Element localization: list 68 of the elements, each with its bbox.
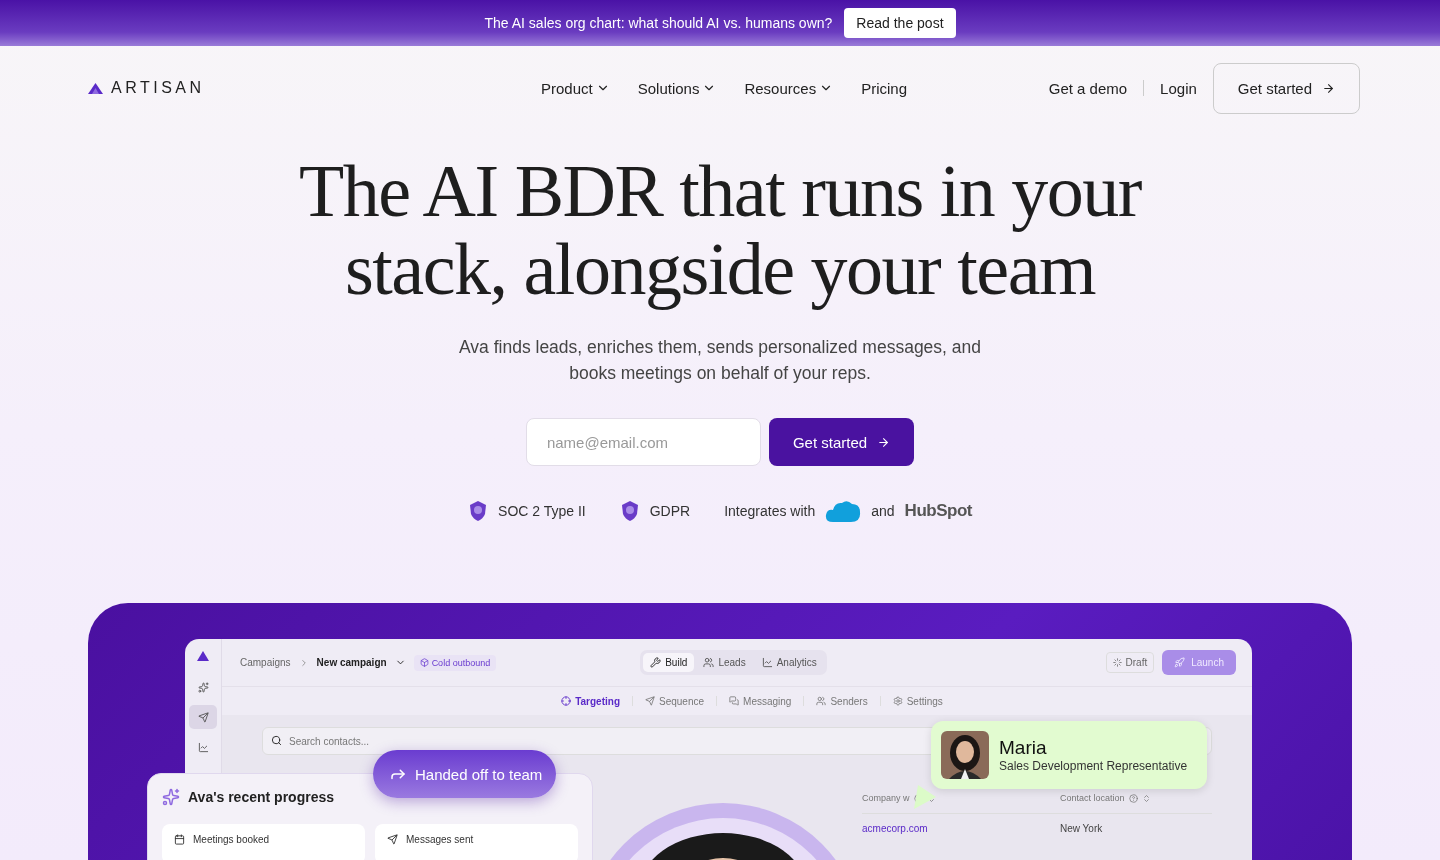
draft-status: Draft — [1105, 652, 1155, 673]
breadcrumb[interactable]: Campaigns — [240, 657, 291, 668]
table-cell-text: New York — [1060, 822, 1104, 836]
hero-title: The AI BDR that runs in your stack, alongside your team — [299, 152, 1141, 308]
chat-icon — [729, 696, 740, 706]
view-tab[interactable]: Analytics — [754, 653, 824, 672]
sub-tab[interactable]: Settings — [892, 695, 943, 707]
hubspot-wordmark: HubSpot — [904, 501, 972, 521]
arrow-right-icon — [877, 435, 891, 449]
sub-tab[interactable]: Messaging — [729, 695, 792, 707]
badge-label: SOC 2 Type II — [498, 503, 586, 519]
read-post-button[interactable]: Read the post — [844, 8, 956, 38]
shield-badge-icon — [468, 500, 489, 522]
tools-icon — [650, 657, 662, 668]
sort-icon — [1141, 793, 1151, 803]
users-icon — [703, 657, 715, 668]
announcement-text: The AI sales org chart: what should AI vs. humans own? — [484, 15, 833, 31]
target-icon — [561, 696, 572, 706]
cube-icon — [419, 658, 429, 667]
brand-name: ARTISAN — [111, 79, 205, 97]
stat-label: Meetings booked — [193, 834, 270, 845]
get-started-button[interactable]: Get started — [1212, 62, 1360, 114]
cloud-logo-icon — [825, 498, 862, 524]
nav-link[interactable]: Pricing — [861, 79, 907, 97]
nav-link[interactable]: Resources — [744, 79, 834, 97]
integrations-text: Integrates with — [724, 503, 816, 519]
rocket-icon — [1174, 657, 1186, 668]
nav-link[interactable]: Get a demo — [1048, 79, 1128, 97]
sub-tab[interactable]: Targeting — [561, 695, 620, 707]
sparkles-icon — [162, 788, 180, 806]
help-icon — [1128, 793, 1138, 803]
campaign-tag: Cold outbound — [413, 654, 497, 671]
logo-icon — [197, 651, 209, 661]
sparkles-icon — [197, 681, 209, 693]
column-header: Company w — [862, 793, 910, 803]
email-field[interactable]: name@email.com — [525, 418, 761, 466]
hero-subtitle: Ava finds leads, enriches them, sends personalized messages, and books meetings on behalf of your reps. — [457, 336, 983, 385]
sub-tab[interactable]: Senders — [816, 695, 868, 707]
search-icon — [271, 735, 282, 746]
nav-link[interactable]: Product — [541, 79, 610, 97]
logo-icon — [88, 82, 103, 94]
calendar-icon — [174, 834, 185, 845]
table-cell[interactable]: acmecorp.com — [862, 814, 1060, 843]
nav-link[interactable]: Solutions — [637, 79, 717, 97]
badge-label: GDPR — [649, 503, 691, 519]
sidebar-item[interactable] — [189, 705, 217, 729]
users-icon — [816, 696, 827, 706]
sub-tab[interactable]: Sequence — [645, 695, 705, 707]
breadcrumb[interactable]: New campaign — [316, 657, 387, 668]
shield-badge-icon — [619, 500, 640, 522]
handoff-pill: Handed off to team — [373, 750, 557, 798]
stat-label: Messages sent — [406, 834, 474, 845]
send-icon — [387, 834, 398, 845]
spinner-icon — [1112, 658, 1122, 667]
chart-icon — [197, 741, 209, 753]
send-icon — [197, 711, 209, 723]
arrow-right-icon — [1322, 81, 1335, 95]
column-header: Contact location — [1060, 793, 1125, 803]
integrations-text: and — [871, 503, 895, 519]
get-started-button[interactable]: Get started — [768, 418, 915, 466]
profile-role: Sales Development Representative — [999, 759, 1188, 773]
settings-icon — [892, 696, 903, 706]
card-title: Ava's recent progress — [188, 789, 334, 805]
view-tab[interactable]: Leads — [696, 653, 753, 672]
view-tab[interactable]: Build — [643, 653, 695, 672]
nav-link[interactable]: Login — [1160, 79, 1197, 97]
send-icon — [645, 696, 655, 706]
chart-icon — [761, 657, 773, 668]
